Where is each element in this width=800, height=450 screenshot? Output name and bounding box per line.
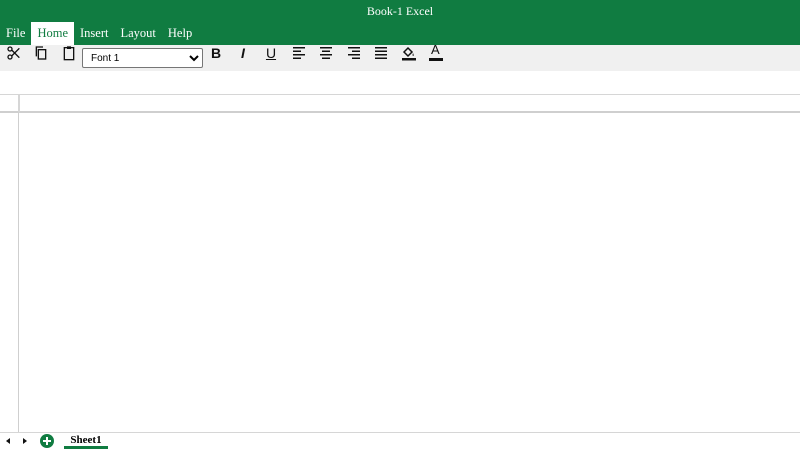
column-header-row[interactable] [19, 95, 800, 113]
spreadsheet-grid [0, 94, 800, 432]
copy-button[interactable] [30, 45, 52, 61]
menu-home[interactable]: Home [31, 22, 75, 45]
align-justify-icon [375, 47, 387, 59]
fill-color-icon [402, 46, 416, 61]
caret-right-icon [23, 438, 27, 444]
underline-button[interactable]: U [260, 45, 282, 61]
italic-button[interactable]: I [232, 45, 254, 61]
scissors-icon [7, 46, 20, 60]
sheet-tab-sheet1[interactable]: Sheet1 [64, 433, 108, 449]
font-color-bar [429, 58, 443, 61]
align-right-button[interactable] [343, 45, 365, 61]
cut-button[interactable] [3, 45, 25, 61]
add-sheet-button[interactable] [40, 434, 54, 448]
prev-sheet-button[interactable] [2, 435, 14, 447]
menu-insert[interactable]: Insert [74, 22, 114, 45]
font-color-button[interactable]: A [425, 42, 447, 61]
copy-icon [35, 46, 47, 60]
align-center-button[interactable] [315, 45, 337, 61]
row-header-column[interactable] [0, 113, 19, 432]
underline-icon: U [265, 45, 277, 61]
menu-layout[interactable]: Layout [114, 22, 161, 45]
menu-help[interactable]: Help [162, 22, 198, 45]
font-color-letter: A [431, 42, 440, 57]
caret-left-icon [6, 438, 10, 444]
paste-button[interactable] [58, 45, 80, 61]
title-bar: Book-1 Excel [0, 0, 800, 22]
align-left-icon [293, 47, 305, 59]
align-justify-button[interactable] [370, 45, 392, 61]
align-left-button[interactable] [288, 45, 310, 61]
menu-file[interactable]: File [0, 22, 31, 45]
sheet-tab-bar: Sheet1 [0, 432, 800, 450]
align-center-icon [320, 47, 332, 59]
window-title: Book-1 Excel [366, 3, 434, 18]
fill-color-button[interactable] [398, 45, 420, 61]
paste-icon [63, 46, 75, 61]
font-family-select[interactable]: Font 1 [82, 48, 203, 68]
font-color-icon: A [428, 42, 444, 61]
cell-area[interactable] [19, 113, 800, 432]
italic-icon: I [241, 45, 245, 61]
bold-button[interactable]: B [205, 45, 227, 61]
next-sheet-button[interactable] [19, 435, 31, 447]
bold-icon: B [210, 45, 222, 61]
menu-bar: File Home Insert Layout Help [0, 22, 800, 45]
align-right-icon [348, 47, 360, 59]
select-all-corner[interactable] [0, 95, 19, 113]
plus-icon [43, 437, 51, 445]
